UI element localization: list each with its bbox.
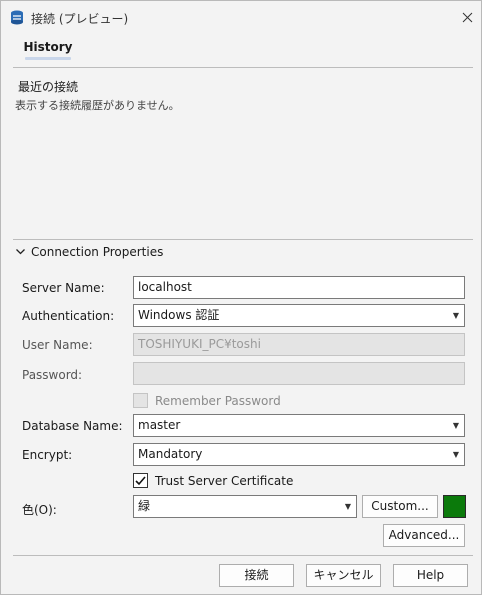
database-app-icon xyxy=(11,10,23,25)
close-icon xyxy=(462,12,472,22)
dropdown-arrow-icon: ▼ xyxy=(452,311,459,320)
chevron-down-icon xyxy=(16,249,25,255)
remember-password-label: Remember Password xyxy=(155,393,281,408)
trust-server-certificate-row[interactable]: Trust Server Certificate xyxy=(133,473,293,488)
color-select[interactable]: 緑 ▼ xyxy=(133,495,357,518)
trust-server-certificate-label: Trust Server Certificate xyxy=(155,473,294,488)
color-value: 緑 xyxy=(138,499,151,513)
encrypt-value: Mandatory xyxy=(138,447,203,461)
trust-server-certificate-checkbox[interactable] xyxy=(133,473,148,488)
database-name-value: master xyxy=(138,418,181,432)
advanced-button[interactable]: Advanced... xyxy=(383,524,465,547)
connection-dialog: 接続 (プレビュー) History 最近の接続 表示する接続履歴がありません。… xyxy=(0,0,482,595)
recent-connections-empty-message: 表示する接続履歴がありません。 xyxy=(15,99,180,112)
section-divider xyxy=(13,239,473,240)
cancel-button[interactable]: キャンセル xyxy=(306,564,381,587)
server-name-input[interactable]: localhost xyxy=(133,276,465,299)
connection-properties-label: Connection Properties xyxy=(31,245,164,259)
encrypt-select[interactable]: Mandatory ▼ xyxy=(133,443,465,466)
authentication-select[interactable]: Windows 認証 ▼ xyxy=(133,304,465,327)
authentication-label: Authentication: xyxy=(22,309,115,323)
database-name-select[interactable]: master ▼ xyxy=(133,414,465,437)
encrypt-label: Encrypt: xyxy=(22,448,73,462)
dropdown-arrow-icon: ▼ xyxy=(452,450,459,459)
user-name-input[interactable]: TOSHIYUKI_PC¥toshi xyxy=(133,333,465,356)
window-title: 接続 (プレビュー) xyxy=(31,12,129,26)
dropdown-arrow-icon: ▼ xyxy=(452,421,459,430)
color-swatch[interactable] xyxy=(443,495,466,518)
close-button[interactable] xyxy=(457,7,477,27)
checkmark-icon xyxy=(135,475,146,485)
database-name-label: Database Name: xyxy=(22,419,123,433)
help-button[interactable]: Help xyxy=(393,564,468,587)
color-label: 色(O): xyxy=(22,503,57,517)
server-name-label: Server Name: xyxy=(22,281,105,295)
connection-properties-toggle[interactable]: Connection Properties xyxy=(16,245,163,259)
user-name-label: User Name: xyxy=(22,338,93,352)
remember-password-checkbox[interactable] xyxy=(133,393,148,408)
custom-color-button[interactable]: Custom... xyxy=(362,495,438,518)
password-input[interactable] xyxy=(133,362,465,385)
remember-password-row[interactable]: Remember Password xyxy=(133,393,281,408)
authentication-value: Windows 認証 xyxy=(138,308,220,322)
dropdown-arrow-icon: ▼ xyxy=(344,502,351,511)
footer-divider xyxy=(13,555,473,556)
password-label: Password: xyxy=(22,368,83,382)
recent-connections-heading: 最近の接続 xyxy=(18,80,79,94)
title-bar: 接続 (プレビュー) xyxy=(1,1,481,33)
tab-divider xyxy=(13,67,473,68)
tab-active-indicator xyxy=(25,57,71,60)
connect-button[interactable]: 接続 xyxy=(219,564,294,587)
